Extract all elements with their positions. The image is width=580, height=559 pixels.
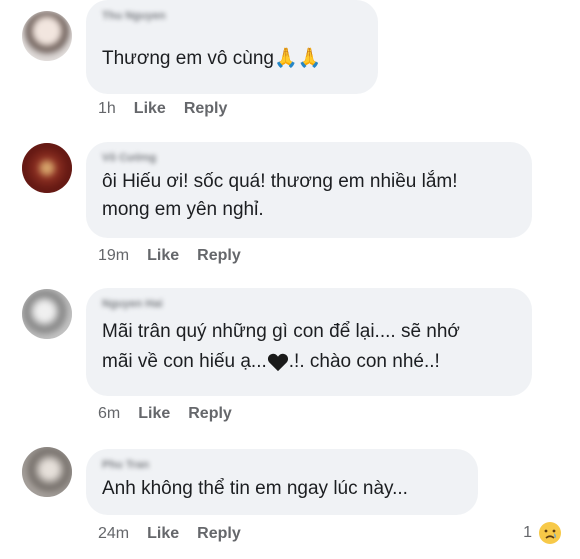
comment-author[interactable]: Võ Cường bbox=[102, 150, 516, 166]
comment-author[interactable]: Nguyen Hai bbox=[102, 296, 516, 312]
comment-author[interactable]: Thu Nguyen bbox=[102, 8, 362, 24]
comment-actions: 24m Like Reply bbox=[98, 525, 241, 543]
comment-text-line-2: mãi về con hiếu ạ....!. chào con nhé..! bbox=[102, 351, 440, 372]
comment-bubble: Phu Tran Anh không thể tin em ngay lúc n… bbox=[86, 449, 478, 515]
comment-author[interactable]: Phu Tran bbox=[102, 457, 462, 473]
reply-button[interactable]: Reply bbox=[188, 405, 232, 423]
comment-actions: 19m Like Reply bbox=[98, 247, 241, 265]
comment-actions: 6m Like Reply bbox=[98, 405, 232, 423]
avatar[interactable] bbox=[22, 289, 72, 339]
comment-text: Thương em vô cùng🙏🙏 bbox=[102, 47, 322, 69]
avatar[interactable] bbox=[22, 11, 72, 61]
avatar[interactable] bbox=[22, 447, 72, 497]
comment-time[interactable]: 1h bbox=[98, 100, 116, 118]
like-button[interactable]: Like bbox=[138, 405, 170, 423]
comment-text-line-2: mong em yên nghỉ. bbox=[102, 199, 264, 220]
like-button[interactable]: Like bbox=[147, 247, 179, 265]
comment-time[interactable]: 6m bbox=[98, 405, 120, 423]
avatar[interactable] bbox=[22, 143, 72, 193]
comment-bubble: Thu Nguyen Thương em vô cùng🙏🙏 bbox=[86, 0, 378, 94]
reaction-count: 1 bbox=[523, 524, 532, 541]
reaction-summary[interactable]: 1 bbox=[523, 521, 562, 545]
comment-text-line-1: ôi Hiếu ơi! sốc quá! thương em nhiều lắm… bbox=[102, 171, 458, 192]
comment-bubble: Võ Cường ôi Hiếu ơi! sốc quá! thương em … bbox=[86, 142, 532, 238]
comment-text-line-1: Mãi trân quý những gì con để lại.... sẽ … bbox=[102, 321, 460, 342]
comment-time[interactable]: 19m bbox=[98, 247, 129, 265]
comment-time[interactable]: 24m bbox=[98, 525, 129, 543]
black-heart-icon bbox=[267, 353, 288, 372]
folded-hands-emoji: 🙏🙏 bbox=[273, 47, 322, 69]
comment-actions: 1h Like Reply bbox=[98, 100, 227, 118]
reply-button[interactable]: Reply bbox=[197, 247, 241, 265]
comment-bubble: Nguyen Hai Mãi trân quý những gì con để … bbox=[86, 288, 532, 396]
like-button[interactable]: Like bbox=[134, 100, 166, 118]
like-button[interactable]: Like bbox=[147, 525, 179, 543]
crying-face-icon bbox=[539, 522, 561, 544]
reply-button[interactable]: Reply bbox=[184, 100, 228, 118]
comment-text: Anh không thể tin em ngay lúc này... bbox=[102, 478, 408, 499]
reply-button[interactable]: Reply bbox=[197, 525, 241, 543]
